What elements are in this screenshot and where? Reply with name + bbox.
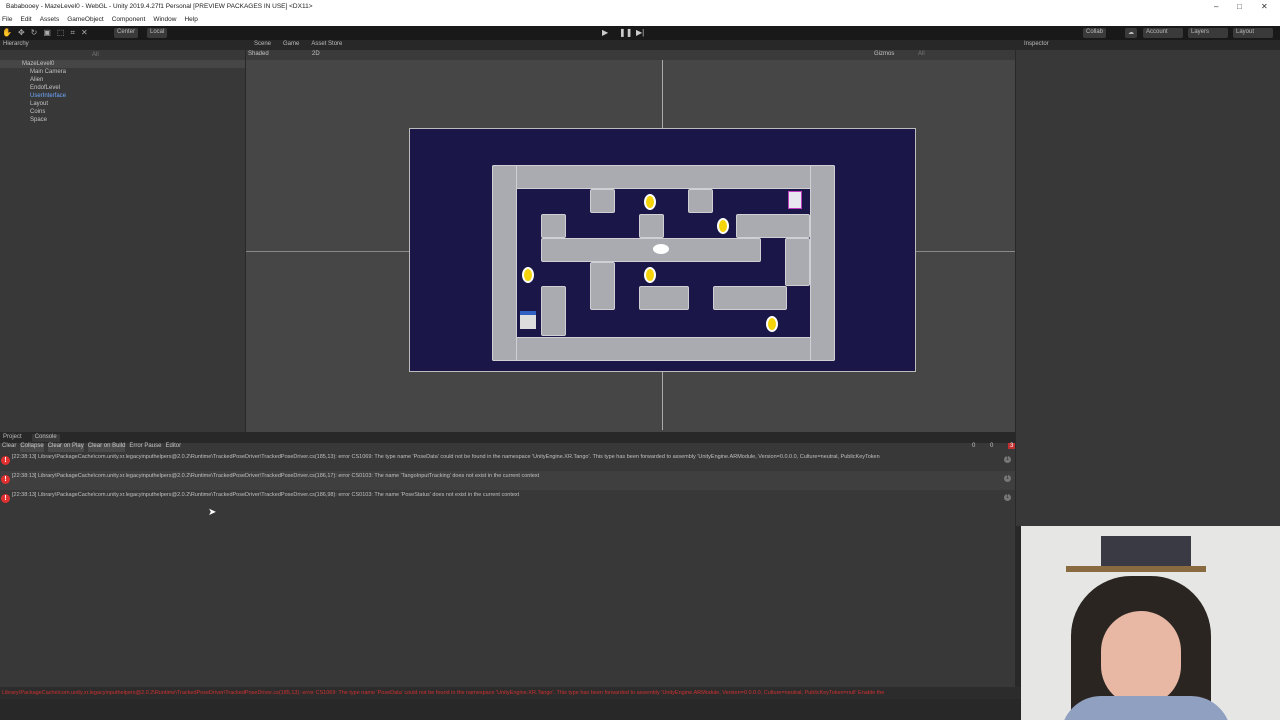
maze-wall xyxy=(736,214,810,238)
coin xyxy=(766,316,778,332)
tab-scene[interactable]: Scene xyxy=(254,41,271,49)
coin xyxy=(717,218,729,234)
cloud-icon[interactable]: ☁ xyxy=(1125,28,1137,38)
hierarchy-item[interactable]: UserInterface xyxy=(0,92,245,100)
maze-wall xyxy=(639,214,664,238)
hierarchy-item[interactable]: Coins xyxy=(0,108,245,116)
menu-gameobject[interactable]: GameObject xyxy=(67,16,104,26)
cloud-sprite xyxy=(653,244,669,254)
menu-help[interactable]: Help xyxy=(184,16,197,26)
maze-wall xyxy=(688,189,713,213)
clear-on-play-button[interactable]: Clear on Play xyxy=(47,443,84,452)
maze-wall xyxy=(810,165,835,361)
maze-wall xyxy=(492,337,835,361)
tab-console[interactable]: Console xyxy=(31,434,60,442)
hierarchy-tab[interactable]: Hierarchy xyxy=(0,40,245,50)
pause-button[interactable]: ❚❚ xyxy=(619,28,632,37)
console-row[interactable]: ! [22:38:13] Library\PackageCache\com.uni… xyxy=(0,471,1015,490)
hierarchy-item[interactable]: Space xyxy=(0,116,245,124)
pivot-toggle[interactable]: Center xyxy=(114,28,139,38)
hierarchy-panel: Hierarchy All MazeLevel0 Main Camera Ali… xyxy=(0,40,245,432)
info-count[interactable]: 0 xyxy=(972,443,975,449)
gizmos-dropdown[interactable]: Gizmos xyxy=(874,51,894,57)
error-pause-button[interactable]: Error Pause xyxy=(129,443,161,452)
error-icon: ! xyxy=(1,456,10,465)
step-button[interactable]: ▶| xyxy=(636,28,644,37)
main-toolbar: ✋✥↻▣⬚⌗✕ Center Local ▶ ❚❚ ▶| Collab ☁ Ac… xyxy=(0,26,1280,40)
scene-root[interactable]: MazeLevel0 xyxy=(0,60,245,68)
maze-wall xyxy=(492,165,835,189)
maze-wall xyxy=(713,286,787,310)
close-button[interactable]: ✕ xyxy=(1261,2,1268,11)
hierarchy-item[interactable]: Alien xyxy=(0,76,245,84)
inspector-panel: Inspector xyxy=(1016,40,1280,526)
editor-dropdown[interactable]: Editor xyxy=(165,443,181,452)
game-canvas xyxy=(409,128,916,372)
maze-wall xyxy=(639,286,689,310)
clear-on-build-button[interactable]: Clear on Build xyxy=(87,443,126,452)
error-icon: ! xyxy=(1,475,10,484)
status-bar[interactable]: Library\PackageCache\com.unity.xr.legacy… xyxy=(0,687,1021,699)
shading-dropdown[interactable]: Shaded xyxy=(248,51,269,57)
maze-wall xyxy=(590,189,615,213)
maze-wall xyxy=(541,214,566,238)
hierarchy-search[interactable]: All xyxy=(92,52,99,58)
transform-tools-icon[interactable]: ✋✥↻▣⬚⌗✕ xyxy=(2,28,94,38)
minimize-button[interactable]: – xyxy=(1214,2,1218,11)
maze-wall xyxy=(590,262,615,310)
tab-inspector[interactable]: Inspector xyxy=(1016,40,1280,50)
maximize-button[interactable]: □ xyxy=(1237,2,1242,11)
menu-assets[interactable]: Assets xyxy=(40,16,60,26)
tab-project[interactable]: Project xyxy=(3,434,22,442)
webcam-overlay xyxy=(1021,526,1280,720)
menu-window[interactable]: Window xyxy=(153,16,176,26)
hierarchy-item[interactable]: Layout xyxy=(0,100,245,108)
console-panel: Project Console Clear Collapse Clear on … xyxy=(0,433,1016,687)
error-count[interactable]: 3 xyxy=(1008,443,1016,449)
end-of-level-sprite xyxy=(520,311,536,329)
menu-file[interactable]: File xyxy=(2,16,12,26)
console-row[interactable]: ! [22:38:13] Library\PackageCache\com.uni… xyxy=(0,490,1015,509)
layers-dropdown[interactable]: Layers xyxy=(1188,28,1228,38)
person-shirt xyxy=(1061,696,1231,720)
alien-sprite xyxy=(788,191,802,209)
person-face xyxy=(1101,611,1181,706)
count-badge: 1 xyxy=(1004,494,1011,501)
hierarchy-item[interactable]: Main Camera xyxy=(0,68,245,76)
tab-asset-store[interactable]: Asset Store xyxy=(311,41,342,49)
hierarchy-item[interactable]: EndofLevel xyxy=(0,84,245,92)
scene-search[interactable]: All xyxy=(918,51,925,57)
warning-count[interactable]: 0 xyxy=(990,443,993,449)
shelf-items xyxy=(1101,536,1191,566)
menu-bar: File Edit Assets GameObject Component Wi… xyxy=(0,14,1280,26)
2d-toggle[interactable]: 2D xyxy=(312,51,320,57)
menu-component[interactable]: Component xyxy=(112,16,146,26)
play-button[interactable]: ▶ xyxy=(602,28,608,37)
menu-edit[interactable]: Edit xyxy=(20,16,31,26)
mouse-cursor: ➤ xyxy=(208,507,217,518)
maze-wall xyxy=(541,238,761,262)
console-row[interactable]: ! [22:38:13] Library\PackageCache\com.uni… xyxy=(0,452,1015,471)
shelf xyxy=(1066,566,1206,572)
collab-button[interactable]: Collab xyxy=(1083,28,1107,38)
space-toggle[interactable]: Local xyxy=(147,28,168,38)
maze-wall xyxy=(492,165,517,361)
coin xyxy=(644,194,656,210)
count-badge: 1 xyxy=(1004,456,1011,463)
error-icon: ! xyxy=(1,494,10,503)
window-title: Bababooey - MazeLevel0 - WebGL - Unity 2… xyxy=(0,0,1280,14)
coin xyxy=(522,267,534,283)
tab-game[interactable]: Game xyxy=(283,41,299,49)
maze-wall xyxy=(541,286,566,336)
maze-wall xyxy=(785,238,810,286)
collapse-button[interactable]: Collapse xyxy=(20,443,44,452)
layout-dropdown[interactable]: Layout xyxy=(1233,28,1273,38)
clear-button[interactable]: Clear xyxy=(2,443,16,452)
count-badge: 1 xyxy=(1004,475,1011,482)
account-dropdown[interactable]: Account xyxy=(1143,28,1183,38)
coin xyxy=(644,267,656,283)
